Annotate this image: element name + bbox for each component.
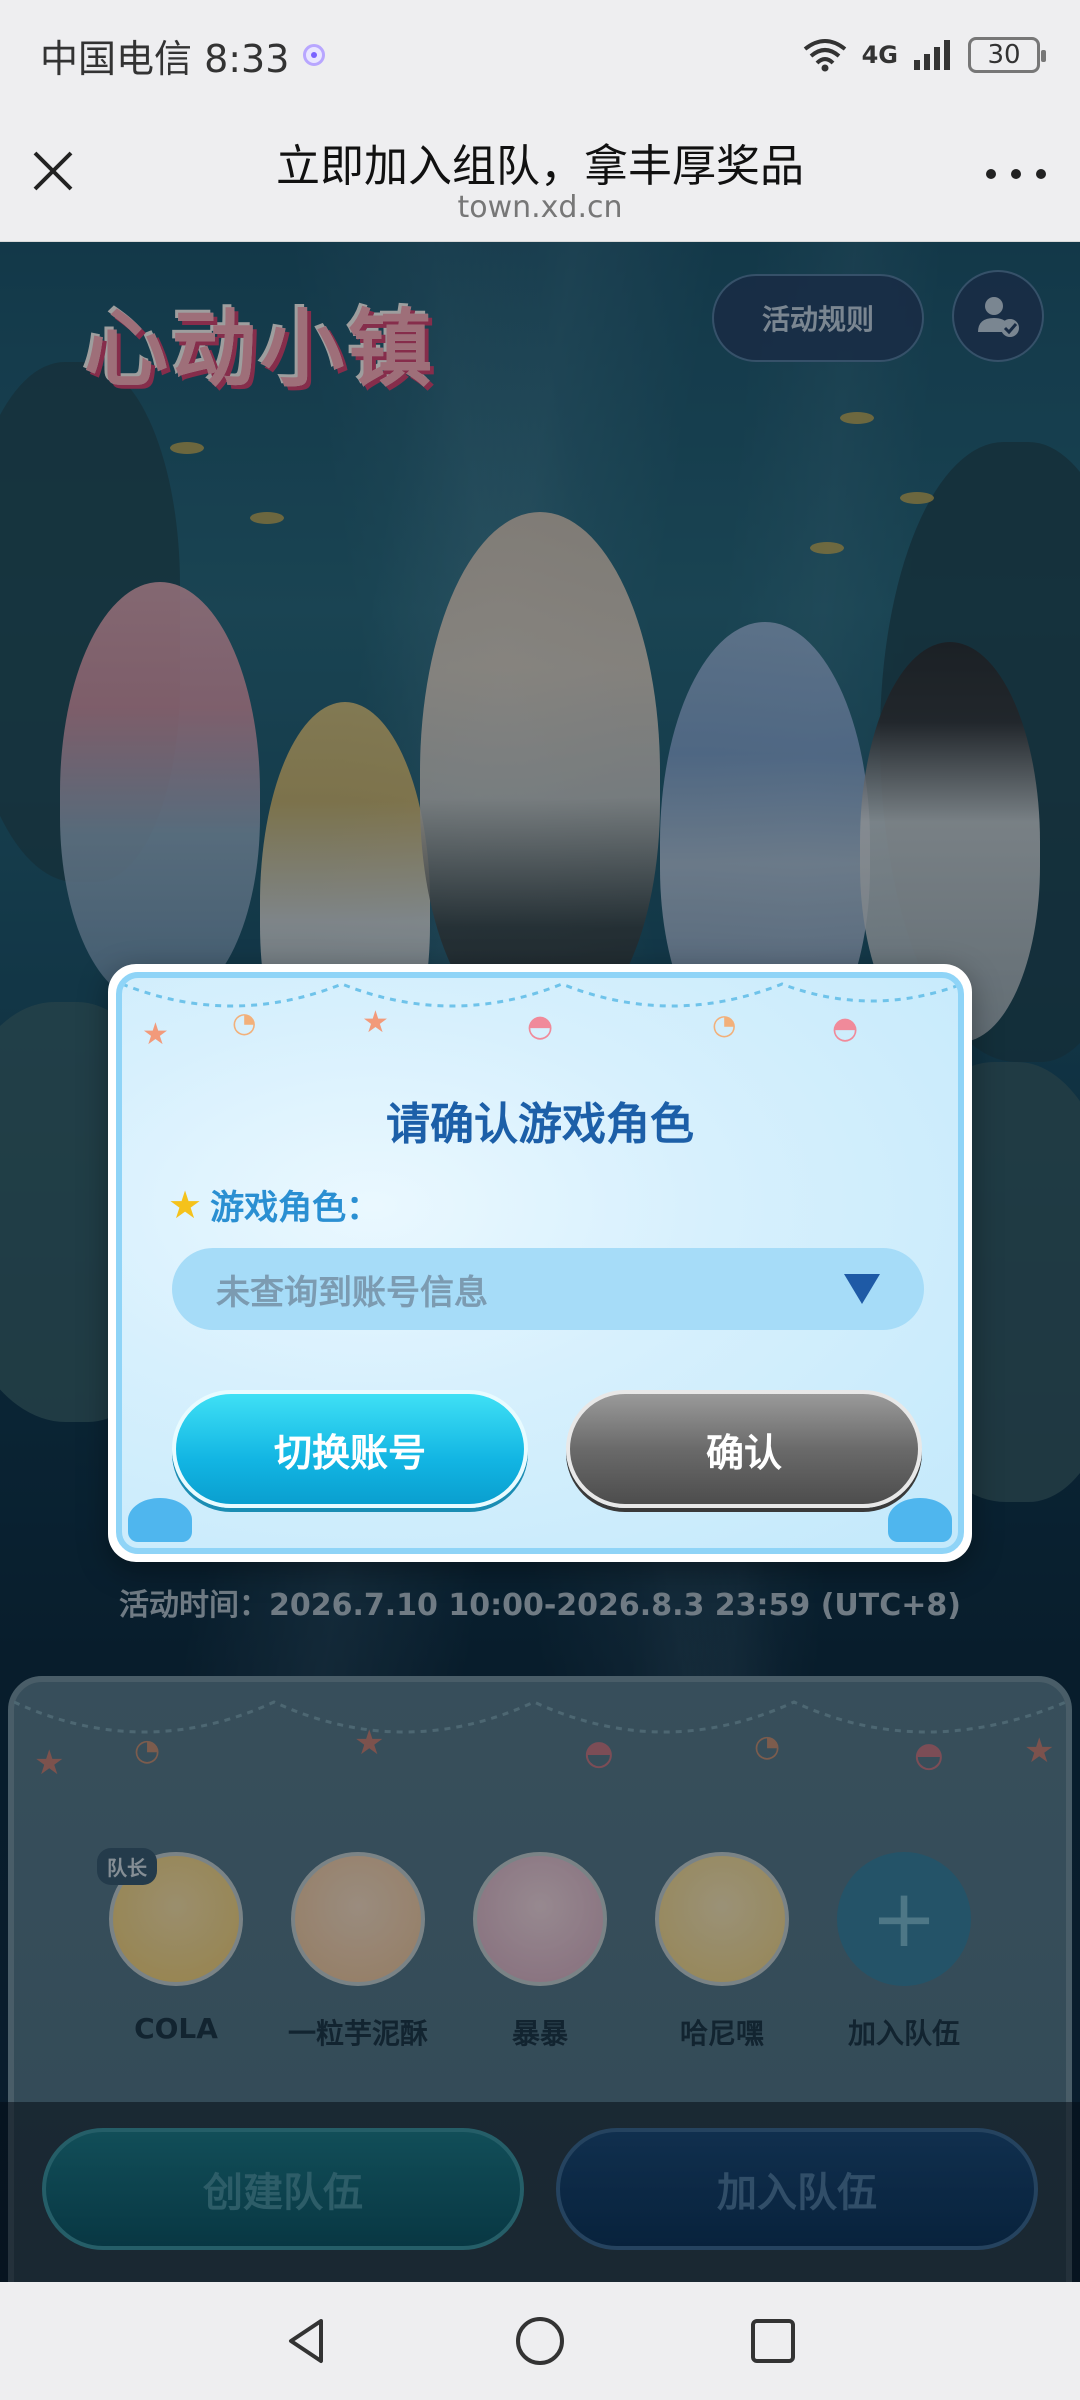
- more-dot-icon: [1036, 169, 1046, 179]
- role-select-dropdown[interactable]: 未查询到账号信息: [172, 1248, 924, 1330]
- notification-dot-icon: [303, 44, 326, 66]
- dialog-body: ★ ◔ ★ ◓ ◔ ◓ 请确认游戏角色 ★ 游戏角色： 未查询到账号信息 切换账…: [116, 972, 964, 1554]
- status-right: 4G 30: [802, 37, 1046, 73]
- svg-text:◓: ◓: [527, 1009, 553, 1044]
- recents-square-icon: [751, 2319, 796, 2363]
- back-button[interactable]: [277, 2311, 337, 2371]
- more-dot-icon: [986, 169, 996, 179]
- wave-decoration: [888, 1498, 952, 1542]
- status-bar: 中国电信 8:33 4G 30: [0, 0, 1080, 110]
- home-button[interactable]: [510, 2311, 570, 2371]
- network-label: 4G: [861, 41, 898, 69]
- role-label: 游戏角色：: [210, 1188, 381, 1228]
- wifi-icon: [803, 39, 846, 72]
- signal-icon: [914, 40, 950, 70]
- confirm-button[interactable]: 确认: [566, 1390, 922, 1508]
- wave-decoration: [128, 1498, 192, 1542]
- battery-icon: 30: [968, 37, 1046, 73]
- browser-title-bar: 立即加入组队，拿丰厚奖品 town.xd.cn: [0, 110, 1080, 242]
- star-icon: ★: [168, 1182, 203, 1227]
- svg-text:★: ★: [142, 1017, 169, 1052]
- garland-decoration: ★ ◔ ★ ◓ ◔ ◓: [122, 982, 958, 1052]
- confirm-role-dialog: ★ ◔ ★ ◓ ◔ ◓ 请确认游戏角色 ★ 游戏角色： 未查询到账号信息 切换账…: [108, 964, 972, 1562]
- page-title: 立即加入组队，拿丰厚奖品: [276, 141, 804, 192]
- svg-text:◔: ◔: [232, 1006, 256, 1039]
- role-select-value: 未查询到账号信息: [216, 1272, 488, 1313]
- dialog-title: 请确认游戏角色: [386, 1099, 694, 1150]
- dropdown-arrow-icon: [844, 1274, 880, 1304]
- back-triangle-icon: [288, 2319, 323, 2363]
- status-left: 中国电信 8:33: [40, 28, 326, 83]
- more-options-button[interactable]: [986, 154, 1046, 194]
- svg-text:★: ★: [362, 1005, 389, 1040]
- carrier-time: 中国电信 8:33: [40, 36, 290, 81]
- home-circle-icon: [515, 2317, 564, 2365]
- battery-level: 30: [987, 40, 1021, 70]
- more-dot-icon: [1011, 169, 1021, 179]
- recents-button[interactable]: [743, 2311, 803, 2371]
- page-url: town.xd.cn: [457, 190, 623, 225]
- svg-text:◓: ◓: [832, 1011, 858, 1046]
- system-nav-bar: [0, 2282, 1080, 2400]
- svg-text:◔: ◔: [712, 1008, 736, 1041]
- switch-account-button[interactable]: 切换账号: [172, 1390, 528, 1508]
- role-label-row: ★ 游戏角色：: [168, 1180, 380, 1229]
